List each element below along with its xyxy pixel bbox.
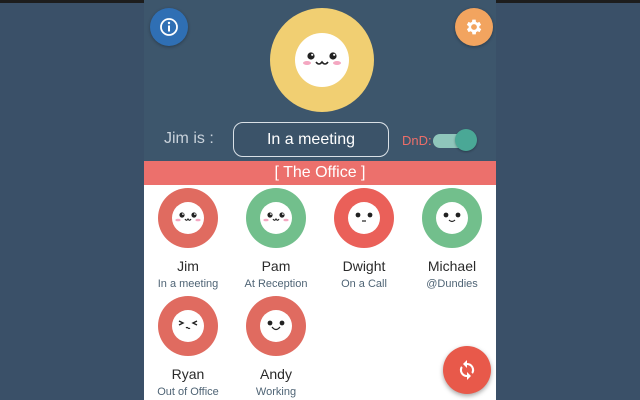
- gear-icon: [466, 19, 482, 35]
- settings-button[interactable]: [455, 8, 493, 46]
- my-avatar[interactable]: [270, 8, 374, 112]
- face-icon: [260, 310, 292, 342]
- person-card[interactable]: Michael @Dundies: [408, 188, 496, 290]
- person-name: Michael: [427, 258, 477, 274]
- person-status: Out of Office: [157, 386, 219, 398]
- person-status: At Reception: [244, 278, 308, 290]
- person-status: @Dundies: [426, 278, 478, 290]
- person-name: Pam: [261, 258, 291, 274]
- dnd-label: DnD:: [402, 133, 432, 148]
- dnd-toggle-knob: [455, 129, 477, 151]
- person-card[interactable]: Dwight On a Call: [320, 188, 408, 290]
- person-name: Ryan: [171, 366, 205, 382]
- person-avatar: [246, 296, 306, 356]
- dnd-toggle[interactable]: [433, 129, 477, 151]
- person-status: In a meeting: [157, 278, 219, 290]
- person-status: On a Call: [341, 278, 387, 290]
- face-icon: [172, 202, 204, 234]
- person-card[interactable]: Pam At Reception: [232, 188, 320, 290]
- person-avatar: [334, 188, 394, 248]
- refresh-icon: [459, 360, 475, 380]
- person-status: Working: [255, 386, 297, 398]
- refresh-button[interactable]: [443, 346, 491, 394]
- person-card[interactable]: Ryan Out of Office: [144, 296, 232, 398]
- profile-header: Jim is : In a meeting DnD:: [144, 0, 496, 161]
- person-name: Andy: [260, 366, 292, 382]
- user-status-label: Jim is :: [164, 130, 214, 147]
- person-avatar: [158, 188, 218, 248]
- person-name: Dwight: [342, 258, 386, 274]
- face-icon: [348, 202, 380, 234]
- group-title: [ The Office ]: [144, 161, 496, 185]
- face-icon: [172, 310, 204, 342]
- person-name: Jim: [177, 258, 199, 274]
- face-icon: [260, 202, 292, 234]
- person-avatar: [246, 188, 306, 248]
- person-avatar: [422, 188, 482, 248]
- status-app: Jim is : In a meeting DnD: [ The Office …: [144, 0, 496, 400]
- face-icon: [436, 202, 468, 234]
- status-input[interactable]: In a meeting: [233, 122, 389, 157]
- person-card[interactable]: Andy Working: [232, 296, 320, 398]
- info-icon: [160, 18, 178, 36]
- person-avatar: [158, 296, 218, 356]
- my-face-icon: [295, 33, 349, 87]
- info-button[interactable]: [150, 8, 188, 46]
- person-card[interactable]: Jim In a meeting: [144, 188, 232, 290]
